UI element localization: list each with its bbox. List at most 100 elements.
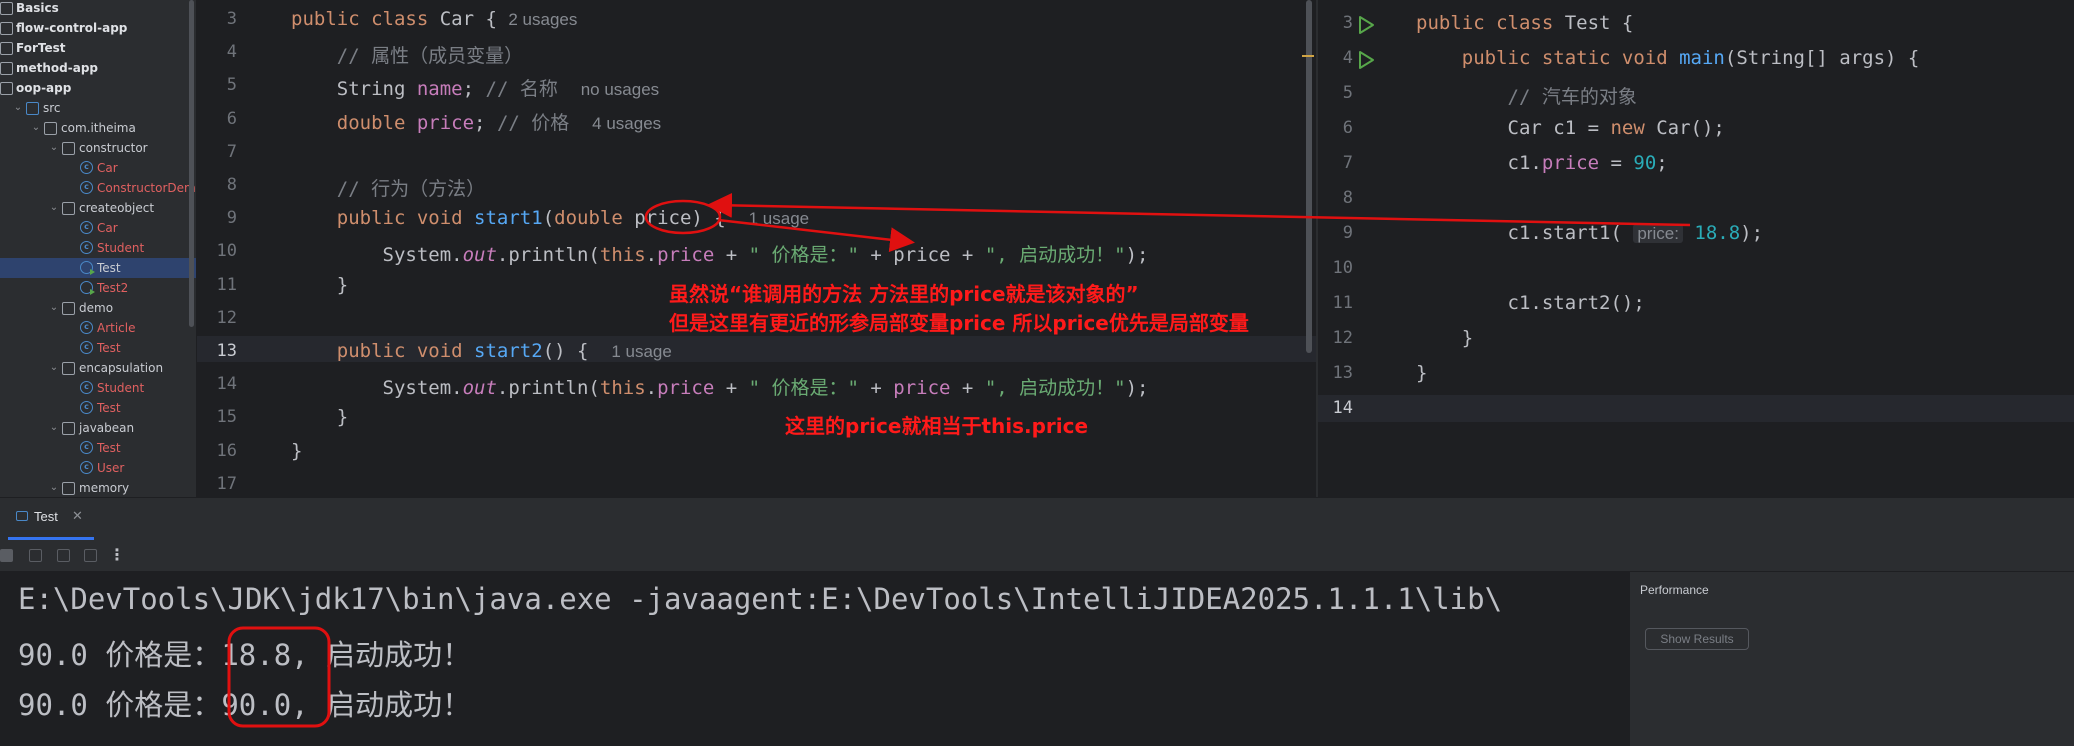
class-icon: c [80,341,93,354]
code-line[interactable]: System.out.println(this.price + " 价格是：" … [291,240,1149,267]
camera-icon[interactable] [29,549,42,562]
annotation-note-3: 这里的price就相当于this.price [785,414,1089,438]
export-icon[interactable] [57,549,70,562]
code-line[interactable]: public void start1(double price) { 1 usa… [291,207,809,229]
code-line[interactable]: String name; // 名称 no usages [291,74,659,101]
code-line[interactable]: public void start2() { 1 usage [291,340,672,362]
close-icon[interactable]: ✕ [72,508,83,524]
code-line[interactable]: // 属性（成员变量） [291,41,523,68]
sidebar-item-constructor[interactable]: ⌄ constructor [0,138,196,158]
package-icon [62,422,75,435]
line-number: 15 [216,407,237,428]
run-tool-window-header [0,497,2074,542]
performance-title: Performance [1640,583,1709,597]
sidebar-item-user[interactable]: c User [0,458,196,478]
usages-hint[interactable]: no usages [581,80,659,99]
line-number: 7 [1342,153,1353,173]
editor-test-java[interactable] [1318,0,2074,497]
sidebar-item-label: Article [97,321,136,335]
sidebar-item-test2[interactable]: Test2 [0,278,196,298]
sidebar-item-method-app[interactable]: method-app [0,58,196,78]
sidebar-item-javabean[interactable]: ⌄ javabean [0,418,196,438]
sidebar-item-student[interactable]: c Student [0,378,196,398]
code-comment: // 价格 [496,111,570,134]
chevron-down-icon[interactable]: ⌄ [48,298,60,318]
sidebar-item-src[interactable]: ⌄ src [0,98,196,118]
chevron-down-icon[interactable]: ⌄ [48,418,60,438]
more-options-icon[interactable]: ⋮ [109,545,125,564]
sidebar-item-constructordemo[interactable]: c ConstructorDemo [0,178,196,198]
sidebar-item-com-itheima[interactable]: ⌄ com.itheima [0,118,196,138]
sidebar-item-student[interactable]: c Student [0,238,196,258]
sidebar-item-flow-control-app[interactable]: flow-control-app [0,18,196,38]
sidebar-item-label: method-app [16,61,99,75]
line-number: 10 [216,241,237,262]
usages-hint[interactable]: 4 usages [592,114,661,133]
code-line[interactable]: } [1416,362,1427,384]
sidebar-item-car[interactable]: c Car [0,158,196,178]
line-number: 10 [1332,258,1353,278]
code-line[interactable]: c1.start1( price: 18.8); [1416,222,1764,244]
usages-hint[interactable]: 1 usage [611,342,672,361]
code-line[interactable]: Car c1 = new Car(); [1416,117,1725,139]
code-line[interactable]: public class Test { [1416,12,1633,34]
package-icon [62,142,75,155]
code-line[interactable]: // 行为（方法） [291,174,485,201]
chevron-down-icon[interactable]: ⌄ [12,98,24,118]
run-gutter-icon[interactable] [1356,15,1376,39]
runnable-class-icon [80,281,95,295]
code-line[interactable]: c1.start2(); [1416,292,1645,314]
sidebar-item-createobject[interactable]: ⌄ createobject [0,198,196,218]
editor-left-scrollbar[interactable] [1306,0,1312,353]
code-line[interactable]: public class Car { 2 usages [291,8,577,30]
show-results-button[interactable]: Show Results [1645,628,1749,650]
line-number: 3 [226,9,237,29]
code-line[interactable]: } [291,440,302,462]
settings-icon[interactable] [84,549,97,562]
sidebar-item-test[interactable]: c Test [0,438,196,458]
performance-panel [1629,572,2074,746]
sidebar-item-encapsulation[interactable]: ⌄ encapsulation [0,358,196,378]
sidebar-item-oop-app[interactable]: oop-app [0,78,196,98]
sidebar-item-fortest[interactable]: ForTest [0,38,196,58]
code-line[interactable]: double price; // 价格 4 usages [291,108,661,135]
run-gutter-icon[interactable] [1356,50,1376,74]
chevron-down-icon[interactable]: ⌄ [30,118,42,138]
code-line[interactable]: public static void main(String[] args) { [1416,47,1920,69]
sidebar-item-car[interactable]: c Car [0,218,196,238]
console-line-output-2: 90.0 价格是：90.0, 启动成功！ [18,682,471,724]
code-line[interactable]: } [291,274,348,296]
sidebar-item-test[interactable]: c Test [0,338,196,358]
sidebar-scrollbar[interactable] [189,0,194,327]
stop-icon[interactable] [0,549,13,562]
chevron-down-icon[interactable]: ⌄ [48,478,60,497]
chevron-down-icon[interactable]: ⌄ [48,138,60,158]
sidebar-item-test[interactable]: c Test [0,398,196,418]
line-number: 11 [216,274,237,295]
chevron-down-icon[interactable]: ⌄ [48,198,60,218]
sidebar-item-label: src [43,101,61,115]
sidebar-item-demo[interactable]: ⌄ demo [0,298,196,318]
code-line[interactable]: } [1416,327,1473,349]
parameter-hint: price: [1633,224,1683,243]
sidebar-item-label: Car [97,221,118,235]
sidebar-item-basics[interactable]: Basics [0,0,196,18]
chevron-down-icon[interactable]: ⌄ [48,358,60,378]
current-line-highlight-right [1318,395,2074,422]
sidebar-item-label: Test2 [97,281,129,295]
code-comment: // 属性（成员变量） [336,45,524,68]
code-line[interactable]: } [291,406,348,428]
sidebar-item-article[interactable]: c Article [0,318,196,338]
usages-hint[interactable]: 2 usages [508,10,577,29]
sidebar-item-label: demo [79,301,114,315]
code-line[interactable]: c1.price = 90; [1416,152,1668,174]
code-line[interactable]: // 汽车的对象 [1416,82,1637,109]
code-line[interactable]: System.out.println(this.price + " 价格是：" … [291,373,1149,400]
module-folder-icon [0,2,13,15]
usages-hint[interactable]: 1 usage [749,209,810,228]
sidebar-item-label: ConstructorDemo [97,181,197,195]
sidebar-item-test[interactable]: Test [0,258,196,278]
line-number: 8 [1342,188,1353,208]
line-number: 9 [1342,223,1353,243]
sidebar-item-memory[interactable]: ⌄ memory [0,478,196,497]
